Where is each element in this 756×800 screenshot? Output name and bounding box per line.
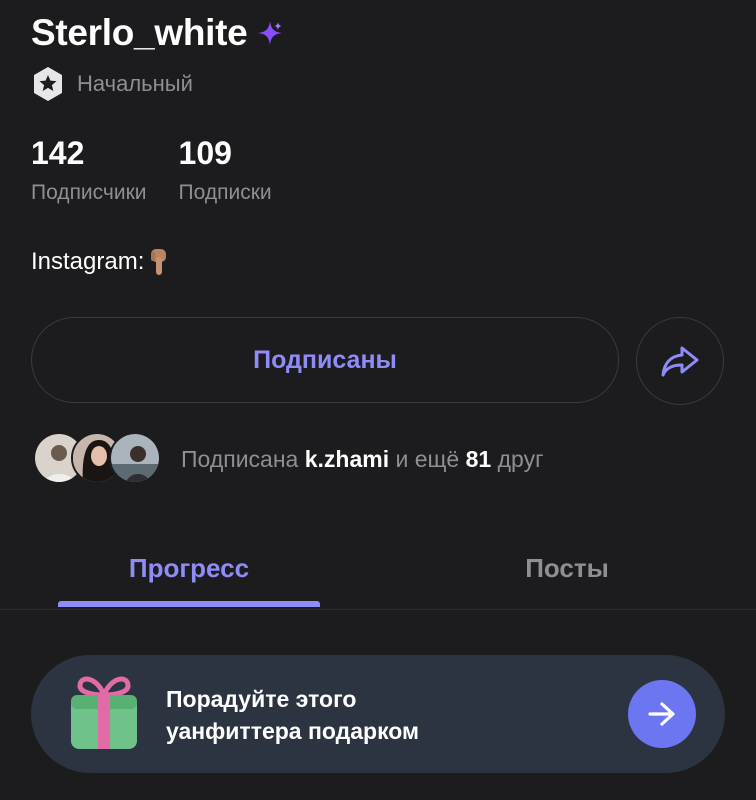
friend-name[interactable]: k.zhami	[305, 446, 389, 472]
friends-count: 81	[465, 445, 492, 472]
level-label: Начальный	[77, 71, 193, 96]
pointing-down-emoji	[151, 249, 167, 275]
sparkle-icon	[258, 21, 283, 45]
tab-posts[interactable]: Посты	[378, 545, 756, 609]
gift-icon	[71, 676, 137, 749]
following-count: 109	[178, 135, 232, 171]
arrow-right-icon	[648, 702, 675, 726]
tab-progress[interactable]: Прогресс	[0, 545, 378, 609]
active-tab-indicator	[58, 601, 320, 607]
friends-suffix: друг	[497, 445, 544, 472]
gift-go-button[interactable]	[628, 680, 696, 748]
username-row: Sterlo_white	[31, 12, 283, 54]
followers-stat[interactable]: 142 Подписчики	[31, 135, 147, 205]
friend-avatars	[33, 432, 163, 486]
friends-prefix: Подписана	[181, 445, 299, 472]
following-button-label: Подписаны	[253, 345, 397, 374]
mutual-friends-text: Подписана k.zhami и ещё 81 друг	[181, 446, 543, 473]
profile-stats: 142 Подписчики 109 Подписки	[31, 135, 272, 205]
gift-line-1: Порадуйте этого	[166, 686, 357, 712]
followers-count: 142	[31, 135, 85, 171]
level-badge[interactable]: Начальный	[31, 66, 193, 102]
following-label: Подписки	[178, 181, 272, 204]
mutual-friends[interactable]: Подписана k.zhami и ещё 81 друг	[33, 432, 543, 486]
followers-label: Подписчики	[31, 181, 147, 204]
friends-middle: и ещё	[395, 445, 460, 472]
share-button[interactable]	[636, 317, 724, 405]
friend-avatar	[109, 432, 161, 484]
gift-line-2: уанфиттера подарком	[166, 718, 420, 744]
share-arrow-icon	[661, 346, 699, 377]
following-stat[interactable]: 109 Подписки	[179, 135, 272, 205]
gift-banner[interactable]: Порадуйте этого уанфиттера подарком	[31, 655, 725, 773]
star-badge-icon	[34, 67, 62, 101]
following-button[interactable]: Подписаны	[31, 317, 619, 403]
bio-text: Instagram:	[31, 248, 145, 275]
bio: Instagram:	[31, 247, 170, 277]
gift-banner-text: Порадуйте этого уанфиттера подарком	[166, 683, 586, 747]
username: Sterlo_white	[31, 12, 248, 53]
